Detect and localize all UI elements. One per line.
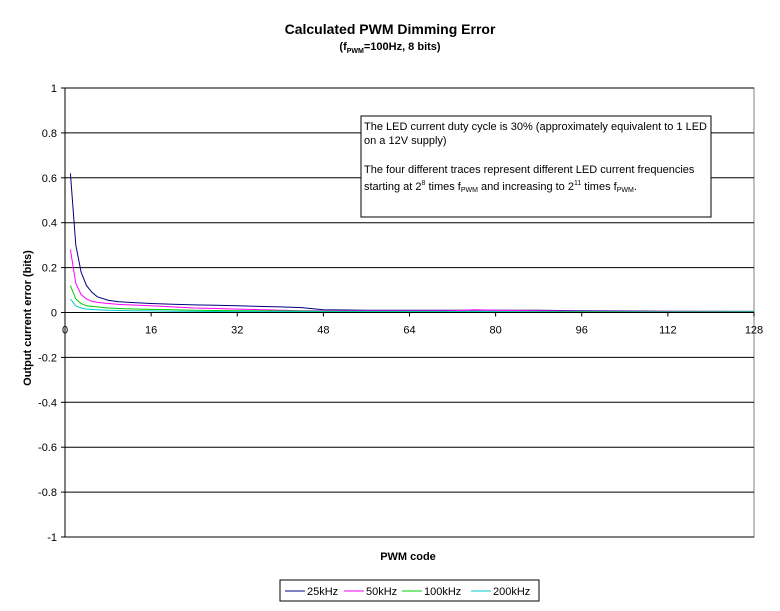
legend-label-100kHz: 100kHz <box>424 586 461 598</box>
y-tick-label-3: 0.4 <box>42 218 57 230</box>
x-tick-label-5: 80 <box>490 325 502 337</box>
x-axis-label: PWM code <box>380 551 436 563</box>
y-tick-label-1: 0.8 <box>42 128 57 140</box>
y-tick-label-10: -1 <box>47 532 57 544</box>
legend-label-50kHz: 50kHz <box>366 586 397 598</box>
y-tick-labels: 1 0.8 0.6 0.4 0.2 0 -0.2 -0.4 -0.6 -0.8 -1 <box>38 83 65 544</box>
legend: 25kHz 50kHz 100kHz 200kHz <box>279 579 540 602</box>
x-tick-label-0: 0 <box>62 325 68 337</box>
legend-label-25kHz: 25kHz <box>307 586 338 598</box>
y-tick-label-6: -0.2 <box>38 352 57 364</box>
annotation-line-2: on a 12V supply) <box>364 135 447 147</box>
x-tick-label-6: 96 <box>576 325 588 337</box>
x-tick-label-3: 48 <box>317 325 329 337</box>
chart: Calculated PWM Dimming Error (fPWM=100Hz… <box>22 21 763 602</box>
x-tick-label-8: 128 <box>745 325 763 337</box>
annotation-line-3: The four different traces represent diff… <box>364 164 695 176</box>
legend-label-200kHz: 200kHz <box>493 586 530 598</box>
annotation-box: The LED current duty cycle is 30% (appro… <box>360 115 712 218</box>
annotation-line-4: starting at 28 times fPWM and increasing… <box>364 180 637 194</box>
y-tick-label-9: -0.8 <box>38 487 57 499</box>
x-tick-label-2: 32 <box>231 325 243 337</box>
y-tick-label-0: 1 <box>51 83 57 95</box>
y-tick-label-4: 0.2 <box>42 263 57 275</box>
chart-title: Calculated PWM Dimming Error <box>285 21 496 37</box>
y-tick-label-7: -0.4 <box>38 397 57 409</box>
y-tick-label-5: 0 <box>51 308 57 320</box>
annotation-line-1: The LED current duty cycle is 30% (appro… <box>364 121 707 133</box>
x-tick-label-4: 64 <box>403 325 415 337</box>
y-axis-label: Output current error (bits) <box>22 250 34 386</box>
chart-subtitle: (fPWM=100Hz, 8 bits) <box>339 41 441 55</box>
y-tick-label-2: 0.6 <box>42 173 57 185</box>
y-tick-label-8: -0.6 <box>38 442 57 454</box>
x-tick-label-1: 16 <box>145 325 157 337</box>
x-tick-label-7: 112 <box>659 325 677 337</box>
